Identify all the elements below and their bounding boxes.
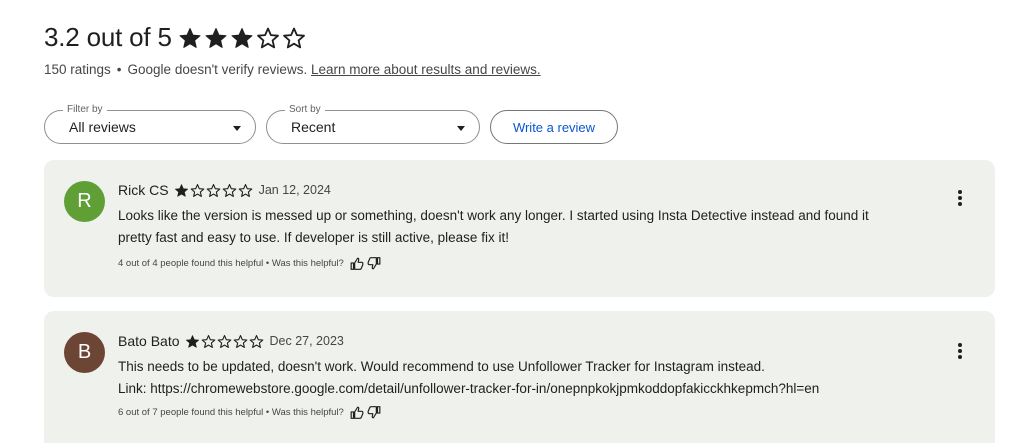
review-text-line: Looks like the version is messed up or s… [118, 208, 869, 223]
rating-title: 3.2 out of 5 [44, 22, 172, 52]
thumb-up-icon[interactable] [350, 257, 364, 270]
dropdown-arrow-icon [457, 126, 465, 131]
star-filled-icon [178, 26, 202, 50]
helpful-text: 6 out of 7 people found this helpful • W… [118, 407, 344, 418]
star-outline-icon [249, 334, 264, 349]
thumb-down-icon[interactable] [367, 257, 381, 270]
review-card: B Bato Bato Dec 27, 2023 This needs to b… [44, 311, 995, 443]
review-date: Dec 27, 2023 [269, 334, 344, 348]
ratings-meta: 150 ratings • Google doesn't verify review… [44, 62, 541, 77]
star-outline-icon [238, 183, 253, 198]
more-vert-icon-dot [958, 355, 962, 359]
more-vert-icon [958, 343, 962, 347]
helpful-text: 4 out of 4 people found this helpful • W… [118, 258, 344, 269]
star-outline-icon [282, 26, 306, 50]
thumb-up-icon[interactable] [350, 406, 364, 419]
sort-select[interactable]: Sort by Recent [266, 104, 480, 144]
reviewer-name: Rick CS [118, 182, 169, 198]
verify-note: Google doesn't verify reviews. [127, 62, 308, 77]
more-vert-icon [958, 190, 962, 194]
more-vert-icon-dot [958, 202, 962, 206]
review-card: R Rick CS Jan 12, 2024 Looks like the ve… [44, 160, 995, 297]
rating-summary: 3.2 out of 5 [44, 22, 308, 53]
review-date: Jan 12, 2024 [258, 183, 331, 197]
review-stars [185, 334, 265, 349]
star-outline-icon [222, 183, 237, 198]
review-stars [174, 183, 254, 198]
meta-separator: • [116, 62, 122, 77]
star-filled-icon [185, 334, 200, 349]
review-text-line: Link: https://chromewebstore.google.com/… [118, 381, 820, 396]
star-outline-icon [190, 183, 205, 198]
filter-value: All reviews [69, 119, 136, 135]
star-outline-icon [217, 334, 232, 349]
more-vert-icon-dot [958, 196, 962, 200]
more-vert-icon-dot [958, 349, 962, 353]
more-options-button[interactable] [957, 190, 963, 208]
reviewer-name: Bato Bato [118, 333, 180, 349]
helpful-row: 4 out of 4 people found this helpful • W… [118, 257, 381, 270]
learn-more-link[interactable]: Learn more about results and reviews. [311, 62, 541, 77]
star-outline-icon [201, 334, 216, 349]
filter-select[interactable]: Filter by All reviews [44, 104, 256, 144]
star-filled-icon [230, 26, 254, 50]
sort-legend: Sort by [285, 104, 325, 116]
star-filled-icon [174, 183, 189, 198]
star-outline-icon [233, 334, 248, 349]
review-text: This needs to be updated, doesn't work. … [118, 356, 958, 400]
star-outline-icon [206, 183, 221, 198]
helpful-row: 6 out of 7 people found this helpful • W… [118, 406, 381, 419]
avatar[interactable]: R [64, 181, 105, 222]
write-review-button[interactable]: Write a review [490, 110, 618, 144]
review-text-line: pretty fast and easy to use. If develope… [118, 230, 509, 245]
review-header: Rick CS Jan 12, 2024 [118, 182, 331, 198]
reviews-panel: 3.2 out of 5 150 ratings • Google doesn't … [0, 0, 1024, 443]
sort-value: Recent [291, 119, 336, 135]
thumb-down-icon[interactable] [367, 406, 381, 419]
star-outline-icon [256, 26, 280, 50]
rating-stars [178, 26, 308, 50]
review-header: Bato Bato Dec 27, 2023 [118, 333, 344, 349]
more-options-button[interactable] [957, 343, 963, 361]
avatar[interactable]: B [64, 332, 105, 373]
ratings-count: 150 ratings [44, 62, 111, 77]
star-filled-icon [204, 26, 228, 50]
review-text-line: This needs to be updated, doesn't work. … [118, 359, 765, 374]
review-text: Looks like the version is messed up or s… [118, 205, 958, 249]
filter-legend: Filter by [63, 104, 107, 116]
dropdown-arrow-icon [233, 126, 241, 131]
